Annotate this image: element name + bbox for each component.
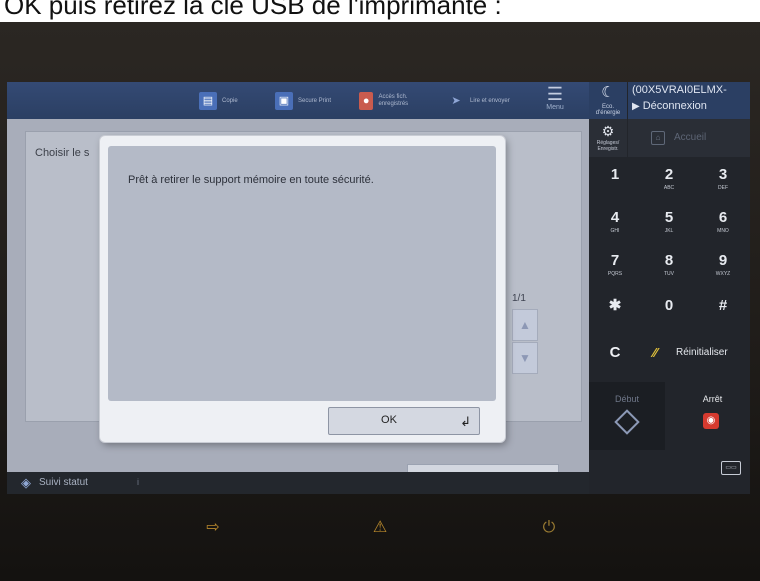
key-digit: 8 <box>664 252 674 269</box>
chevron-up-icon: ▲ <box>519 318 531 332</box>
top-toolbar: ▤ Copie ▣ Secure Print ● Accès fich. enr… <box>7 82 589 119</box>
status-monitor-label[interactable]: Suivi statut <box>39 477 88 488</box>
key-1[interactable]: 1 <box>589 160 641 198</box>
settings-button[interactable]: ⚙ Réglages/ Enregistr. <box>589 119 627 157</box>
enter-icon: ↲ <box>460 414 471 429</box>
scroll-up-button[interactable]: ▲ <box>512 309 538 341</box>
menu-label: Menu <box>546 104 564 111</box>
key-digit: ✱ <box>608 297 622 314</box>
scroll-down-button[interactable]: ▼ <box>512 342 538 374</box>
page-count: 1/1 <box>512 293 526 304</box>
key-digit: 1 <box>610 166 620 183</box>
key-digit: 7 <box>610 252 620 269</box>
copy-icon: ▤ <box>199 92 217 110</box>
key-digit: 5 <box>664 209 674 226</box>
key-3[interactable]: 3 DEF <box>697 160 749 198</box>
caption-strip: OK puis retirez la clé USB de l'impriman… <box>0 0 760 22</box>
dialog-message: Prêt à retirer le support mémoire en tou… <box>128 174 374 186</box>
status-monitor-icon[interactable]: ◈ <box>21 475 35 490</box>
energy-saver-label: Eco. d'énergie <box>595 104 621 116</box>
reset-label: Réinitialiser <box>676 347 728 358</box>
energy-saver-button[interactable]: ☾ Eco. d'énergie <box>589 82 627 119</box>
login-hard-key-icon[interactable]: ⇨ <box>203 518 223 538</box>
stop-label: Arrêt <box>702 394 723 404</box>
key-digit: 9 <box>718 252 728 269</box>
toolbar-stored-files[interactable]: ● Accès fich. enregistrés <box>359 88 427 114</box>
logout-label: Déconnexion <box>642 100 707 112</box>
user-box: (00X5VRAI0ELMX- ▶ Déconnexion <box>628 82 750 119</box>
eject-dialog: Prêt à retirer le support mémoire en tou… <box>100 136 505 442</box>
key-0[interactable]: 0 <box>643 291 695 329</box>
key-hash[interactable]: # <box>697 291 749 329</box>
key-letters: WXYZ <box>715 271 731 277</box>
key-letters: MNO <box>717 228 729 234</box>
toolbar-label: Lire et envoyer <box>470 97 510 104</box>
key-letters: ABC <box>663 185 675 191</box>
scan-send-icon: ➤ <box>451 94 461 107</box>
start-diamond-icon <box>614 409 640 435</box>
gear-icon: ⚙ <box>601 123 615 139</box>
toolbar-label: Copie <box>222 97 238 104</box>
ok-label: OK <box>381 414 397 426</box>
menu-icon: ☰ <box>546 84 564 104</box>
touch-screen: ▤ Copie ▣ Secure Print ● Accès fich. enr… <box>7 82 750 494</box>
logout-button[interactable]: ▶ Déconnexion <box>632 100 707 112</box>
key-6[interactable]: 6 MNO <box>697 203 749 241</box>
key-4[interactable]: 4 GHI <box>589 203 641 241</box>
choose-label: Choisir le s <box>35 147 90 159</box>
key-digit: 3 <box>718 166 728 183</box>
key-star[interactable]: ✱ <box>589 291 641 329</box>
home-button[interactable]: ⌂ Accueil <box>628 119 750 157</box>
toolbar-label: Secure Print <box>298 97 332 104</box>
ok-button[interactable]: OK ↲ <box>328 407 480 435</box>
caption-text: OK puis retirez la clé USB de l'impriman… <box>4 0 502 20</box>
key-digit: 2 <box>664 166 674 183</box>
key-letters: DEF <box>718 185 728 191</box>
right-control-panel: ☾ Eco. d'énergie (00X5VRAI0ELMX- ▶ Déconn… <box>589 82 750 494</box>
settings-label: Réglages/ Enregistr. <box>596 140 620 152</box>
status-info: i <box>137 477 139 487</box>
error-warning-icon: ⚠ <box>372 519 388 536</box>
key-digit: 6 <box>718 209 728 226</box>
chevron-down-icon: ▼ <box>519 351 531 365</box>
key-9[interactable]: 9 WXYZ <box>697 246 749 284</box>
toolbar-label: Accès fich. enregistrés <box>378 94 409 107</box>
menu-button[interactable]: ☰ Menu <box>535 84 575 118</box>
clear-key[interactable]: C <box>589 334 641 372</box>
logout-icon: ▶ <box>632 101 640 112</box>
home-label: Accueil <box>674 132 707 143</box>
key-letters: TUV <box>664 271 674 277</box>
key-letters: JKL <box>664 228 674 234</box>
key-digit: 4 <box>610 209 620 226</box>
toolbar-copy[interactable]: ▤ Copie <box>199 88 238 114</box>
start-button[interactable]: Début <box>589 382 665 450</box>
key-digit: 0 <box>664 297 674 314</box>
key-7[interactable]: 7 PQRS <box>589 246 641 284</box>
stop-button[interactable]: Arrêt ◉ <box>675 382 750 450</box>
secure-print-icon: ▣ <box>275 92 293 110</box>
user-name: (00X5VRAI0ELMX- <box>632 84 727 96</box>
toolbar-scan-send[interactable]: ➤ Lire et envoyer <box>447 88 511 114</box>
key-letters: GHI <box>610 228 620 234</box>
key-8[interactable]: 8 TUV <box>643 246 695 284</box>
key-letters: PQRS <box>607 271 623 277</box>
counter-icon[interactable]: ▭▭ <box>721 461 741 475</box>
start-label: Début <box>614 394 640 404</box>
reset-icon: ⁄⁄ <box>653 345 658 360</box>
reset-button[interactable]: ⁄⁄ Réinitialiser <box>641 334 750 372</box>
key-5[interactable]: 5 JKL <box>643 203 695 241</box>
stop-icon: ◉ <box>703 413 719 429</box>
moon-icon: ☾ <box>601 84 615 101</box>
status-bar: ◈ Suivi statut i <box>7 472 589 494</box>
toolbar-secure-print[interactable]: ▣ Secure Print <box>275 88 331 114</box>
key-digit: # <box>718 297 728 314</box>
home-icon: ⌂ <box>651 131 665 145</box>
stored-files-icon: ● <box>359 92 374 110</box>
dialog-body: Prêt à retirer le support mémoire en tou… <box>108 146 496 401</box>
power-icon[interactable]: ⏻ <box>539 518 559 538</box>
key-2[interactable]: 2 ABC <box>643 160 695 198</box>
